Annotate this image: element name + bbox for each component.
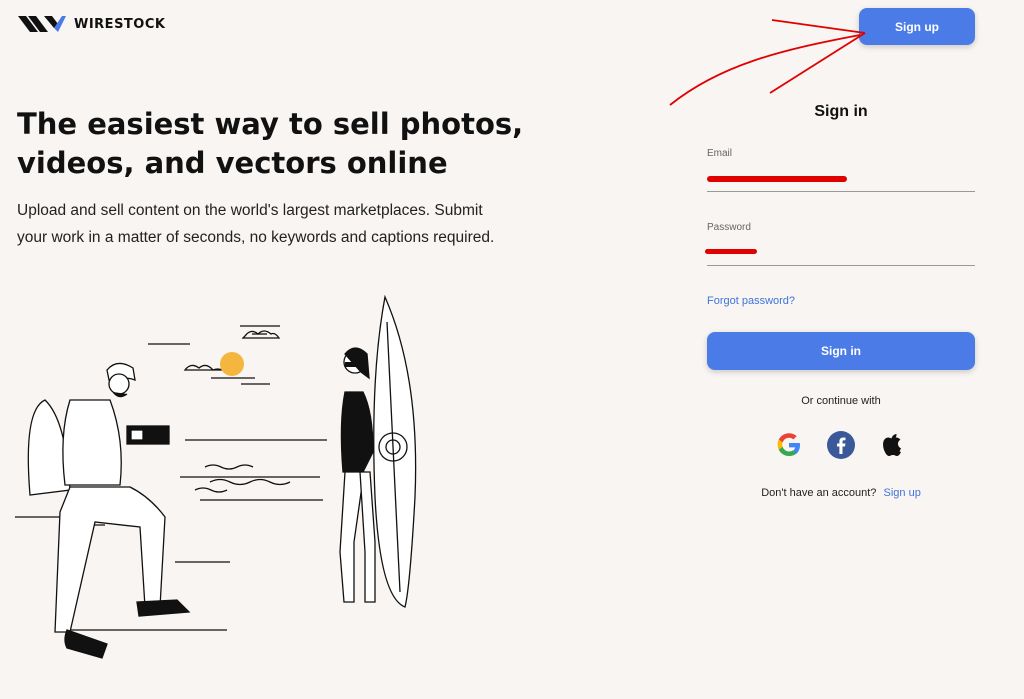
apple-signin-button[interactable]	[878, 430, 908, 460]
email-redaction	[707, 176, 847, 182]
signin-button[interactable]: Sign in	[707, 332, 975, 370]
facebook-icon	[827, 431, 855, 459]
or-continue-text: Or continue with	[801, 395, 881, 407]
forgot-password-link[interactable]: Forgot password?	[707, 295, 795, 307]
google-signin-button[interactable]	[774, 430, 804, 460]
signup-button[interactable]: Sign up	[859, 8, 975, 45]
email-label: Email	[707, 148, 733, 159]
cloud	[183, 364, 223, 371]
surfer-figure	[339, 294, 417, 608]
sun	[220, 352, 244, 376]
signin-title: Sign in	[814, 103, 868, 120]
page-title: The easiest way to sell photos, videos, …	[17, 107, 524, 180]
google-icon	[777, 433, 800, 456]
facebook-signin-button[interactable]	[826, 430, 856, 460]
waves	[194, 464, 291, 493]
hero-illustration	[15, 294, 417, 659]
signup-link[interactable]: Sign up	[884, 487, 921, 499]
apple-icon	[883, 434, 901, 456]
page-subtitle: Upload and sell content on the world's l…	[17, 202, 495, 246]
password-redaction	[705, 249, 757, 254]
annotation-arrows	[669, 19, 866, 106]
no-account-text: Don't have an account?	[761, 487, 877, 499]
password-field-group: Password	[707, 222, 975, 266]
password-label: Password	[707, 222, 751, 233]
wirestock-logo[interactable]: WIRESTOCK	[18, 12, 165, 36]
no-account-row: Don't have an account? Sign up	[707, 487, 975, 499]
wirestock-logo-icon	[18, 16, 66, 32]
email-field-group: Email	[707, 148, 975, 192]
logo-text: WIRESTOCK	[74, 16, 166, 32]
photographer-figure	[27, 362, 191, 659]
